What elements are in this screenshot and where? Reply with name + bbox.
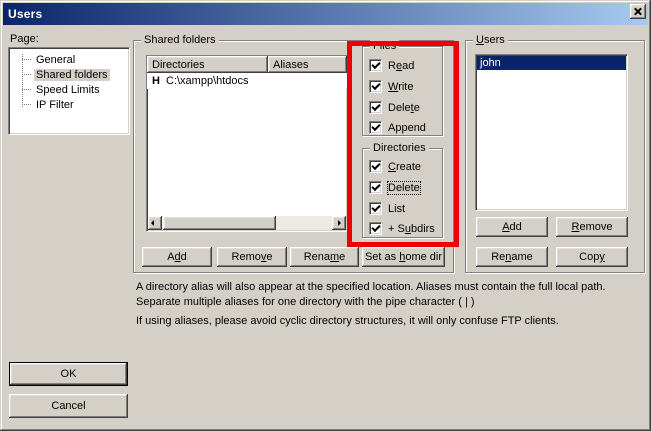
page-item-general[interactable]: General xyxy=(9,52,129,67)
page-label: Page: xyxy=(10,33,39,45)
scroll-right-button[interactable] xyxy=(332,216,346,230)
page-item-ip-filter[interactable]: IP Filter xyxy=(9,97,129,112)
user-list-item[interactable]: john xyxy=(477,56,626,70)
page-list: General Shared folders Speed Limits IP F… xyxy=(8,47,130,135)
button-label: Add xyxy=(502,221,522,233)
page-item-speed-limits[interactable]: Speed Limits xyxy=(9,82,129,97)
page-item-label: Shared folders xyxy=(34,69,110,81)
tree-twig xyxy=(22,59,31,60)
dirs-list-checkbox-row[interactable]: List xyxy=(369,202,405,215)
cancel-button[interactable]: Cancel xyxy=(9,394,128,418)
button-label: Rename xyxy=(491,251,533,263)
button-label: Cancel xyxy=(51,400,85,412)
column-header-aliases[interactable]: Aliases xyxy=(268,56,347,73)
checkbox-label: + Subdirs xyxy=(388,223,435,235)
checkbox-checked-icon[interactable] xyxy=(369,181,382,194)
scroll-left-button[interactable] xyxy=(148,216,162,230)
button-label: Rename xyxy=(304,251,346,263)
tree-twig xyxy=(22,104,31,105)
files-group-label: Files xyxy=(370,40,399,52)
button-label: Remove xyxy=(572,221,613,233)
folder-add-button[interactable]: Add xyxy=(142,247,212,267)
files-append-checkbox-row[interactable]: Append xyxy=(369,121,426,134)
ok-button[interactable]: OK xyxy=(9,362,128,386)
folder-remove-button[interactable]: Remove xyxy=(217,247,287,267)
button-label: Add xyxy=(167,251,187,263)
column-header-directories[interactable]: Directories xyxy=(147,56,268,73)
checkbox-label: List xyxy=(388,203,405,215)
page-item-shared-folders[interactable]: Shared folders xyxy=(9,67,129,82)
directory-path: C:\xampp\htdocs xyxy=(166,75,249,87)
listview-header: Directories Aliases xyxy=(147,56,347,73)
files-write-checkbox-row[interactable]: Write xyxy=(369,80,413,93)
directories-group-label: Directories xyxy=(370,142,429,154)
checkbox-label: Read xyxy=(388,60,414,72)
button-label: Remove xyxy=(232,251,273,263)
users-group-label: Users xyxy=(473,34,508,46)
directories-listview: Directories Aliases H C:\xampp\htdocs xyxy=(146,55,348,232)
dialog-title: Users xyxy=(3,7,42,21)
page-item-label: IP Filter xyxy=(34,99,76,111)
checkbox-label: Delete xyxy=(388,182,420,194)
tree-twig xyxy=(22,74,31,75)
page-item-label: General xyxy=(34,54,77,66)
checkbox-checked-icon[interactable] xyxy=(369,101,382,114)
files-delete-checkbox-row[interactable]: Delete xyxy=(369,101,420,114)
dirs-create-checkbox-row[interactable]: Create xyxy=(369,160,421,173)
horizontal-scrollbar[interactable] xyxy=(148,216,346,230)
dirs-subdirs-checkbox-row[interactable]: + Subdirs xyxy=(369,222,435,235)
button-label: Set as home dir xyxy=(365,251,442,263)
checkbox-label: Create xyxy=(388,161,421,173)
checkbox-label: Write xyxy=(388,81,413,93)
scrollbar-thumb[interactable] xyxy=(163,216,276,230)
checkbox-checked-icon[interactable] xyxy=(369,80,382,93)
page-item-label: Speed Limits xyxy=(34,84,102,96)
set-as-home-dir-button[interactable]: Set as home dir xyxy=(362,247,445,267)
user-rename-button[interactable]: Rename xyxy=(476,247,548,267)
dirs-delete-checkbox-row[interactable]: Delete xyxy=(369,181,420,194)
checkbox-checked-icon[interactable] xyxy=(369,121,382,134)
checkbox-checked-icon[interactable] xyxy=(369,160,382,173)
folder-rename-button[interactable]: Rename xyxy=(290,247,359,267)
home-dir-marker: H xyxy=(147,75,166,87)
checkbox-checked-icon[interactable] xyxy=(369,222,382,235)
left-arrow-icon xyxy=(151,220,154,226)
users-dialog: Users Page: General Shared folders Speed… xyxy=(0,0,651,431)
button-label: OK xyxy=(61,368,77,380)
checkbox-label: Append xyxy=(388,122,426,134)
user-add-button[interactable]: Add xyxy=(476,217,548,237)
files-read-checkbox-row[interactable]: Read xyxy=(369,59,414,72)
checkbox-checked-icon[interactable] xyxy=(369,59,382,72)
button-label: Copy xyxy=(579,251,605,263)
user-copy-button[interactable]: Copy xyxy=(556,247,628,267)
users-list: john xyxy=(475,54,628,211)
tree-twig xyxy=(22,89,31,90)
close-button[interactable] xyxy=(630,4,646,19)
alias-note-text: A directory alias will also appear at th… xyxy=(136,280,638,310)
directory-row[interactable]: H C:\xampp\htdocs xyxy=(147,73,347,89)
cyclic-note-text: If using aliases, please avoid cyclic di… xyxy=(136,314,638,329)
user-remove-button[interactable]: Remove xyxy=(556,217,628,237)
shared-folders-group-label: Shared folders xyxy=(141,34,219,46)
checkbox-checked-icon[interactable] xyxy=(369,202,382,215)
title-bar[interactable]: Users xyxy=(3,3,648,25)
checkbox-label: Delete xyxy=(388,102,420,114)
right-arrow-icon xyxy=(338,220,341,226)
